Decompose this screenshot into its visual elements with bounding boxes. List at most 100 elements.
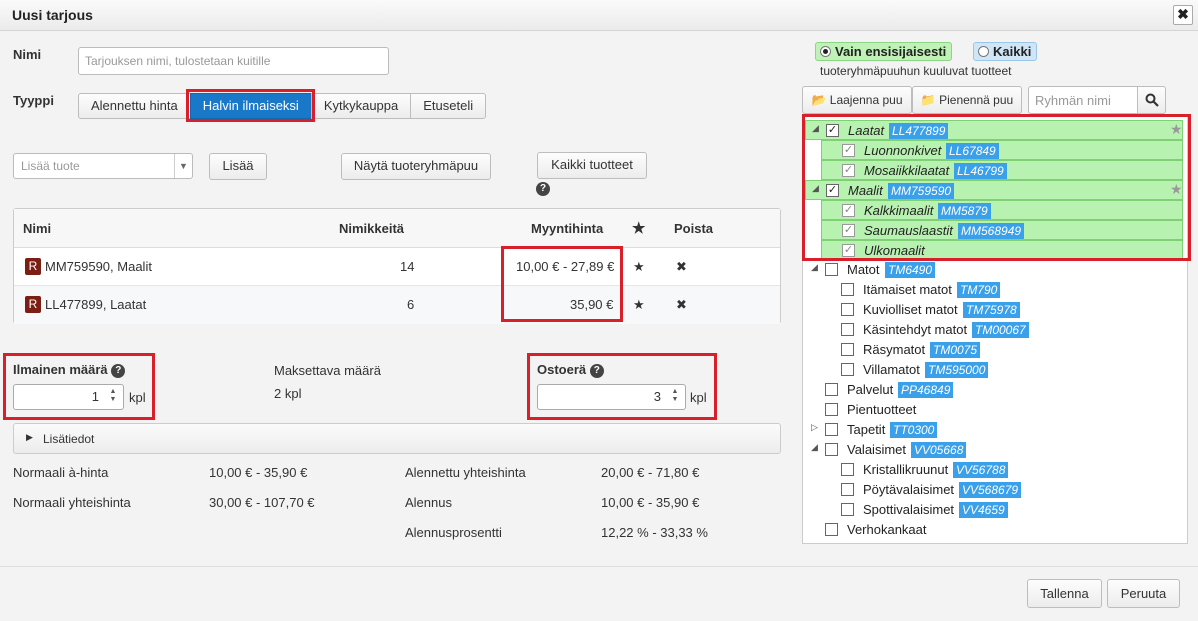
remove-icon[interactable]: ✖ — [676, 297, 687, 313]
tree-node[interactable]: ✓ Luonnonkivet LL67849 — [821, 140, 1183, 160]
show-tree-button[interactable]: Näytä tuoteryhmäpuu — [341, 153, 491, 180]
expand-tree-button[interactable]: 📂 Laajenna puu — [802, 86, 912, 114]
tree-node[interactable]: ◢ Valaisimet VV05668 — [803, 440, 1183, 460]
table-row[interactable]: R MM759590, Maalit 14 10,00 € - 27,89 € … — [14, 248, 780, 286]
row-price: 35,90 € — [570, 297, 614, 312]
tree-node[interactable]: ✓ Ulkomaalit — [821, 240, 1183, 260]
collapse-tree-button[interactable]: 📁 Pienennä puu — [912, 86, 1022, 114]
radio-primary-only[interactable]: Vain ensisijaisesti — [815, 42, 953, 61]
cancel-button[interactable]: Peruuta — [1107, 579, 1180, 608]
tree-node[interactable]: Itämaiset matot TM790 — [803, 280, 1183, 300]
tree-node[interactable]: Pientuotteet — [803, 400, 1183, 420]
tree-node[interactable]: Spottivalaisimet VV4659 — [803, 500, 1183, 520]
tree-node[interactable]: ◢ ✓ Laatat LL477899 ★ — [805, 120, 1183, 140]
stepper-arrows-icon[interactable]: ▲ ▼ — [669, 388, 681, 406]
tree-checkbox[interactable] — [841, 503, 854, 516]
table-row[interactable]: R LL477899, Laatat 6 35,90 € ★ ✖ — [14, 286, 780, 324]
tree-checkbox[interactable] — [841, 343, 854, 356]
tree-checkbox[interactable] — [841, 363, 854, 376]
tree-node[interactable]: ◢ Matot TM6490 — [803, 260, 1183, 280]
star-icon[interactable]: ★ — [633, 259, 645, 275]
row-price: 10,00 € - 27,89 € — [516, 259, 615, 274]
free-quantity-text: Ilmainen määrä — [13, 362, 108, 377]
group-code-tag: LL477899 — [889, 123, 949, 139]
tree-checkbox[interactable]: ✓ — [842, 164, 855, 177]
tree-node[interactable]: Käsintehdyt matot TM00067 — [803, 320, 1183, 340]
type-option-bundle[interactable]: Kytkykauppa — [310, 93, 412, 119]
group-code-tag: MM5879 — [938, 203, 991, 219]
tree-node[interactable]: Kuviolliset matot TM75978 — [803, 300, 1183, 320]
add-button[interactable]: Lisää — [209, 153, 267, 180]
collapse-arrow-icon[interactable]: ◢ — [811, 262, 818, 273]
radio-primary-label: Vain ensisijaisesti — [835, 44, 947, 59]
star-icon[interactable]: ★ — [633, 297, 645, 313]
all-products-button[interactable]: Kaikki tuotteet — [537, 152, 647, 179]
star-icon: ★ — [632, 220, 646, 237]
tree-node[interactable]: Räsymatot TM0075 — [803, 340, 1183, 360]
tree-checkbox[interactable]: ✓ — [826, 124, 839, 137]
tree-node[interactable]: ▷ Tapetit TT0300 — [803, 420, 1183, 440]
tree-checkbox[interactable] — [825, 423, 838, 436]
expand-arrow-icon[interactable]: ▷ — [811, 422, 818, 433]
radio-icon — [820, 46, 831, 57]
tree-checkbox[interactable]: ✓ — [842, 224, 855, 237]
help-icon[interactable]: ? — [589, 363, 604, 378]
tree-checkbox[interactable] — [841, 303, 854, 316]
summary-label: Normaali à-hinta — [13, 465, 109, 480]
dialog-title: Uusi tarjous — [12, 7, 93, 23]
star-icon[interactable]: ★ — [1170, 181, 1183, 198]
group-code-tag: MM759590 — [888, 183, 955, 199]
tree-node[interactable]: ✓ Mosaiikkilaatat LL46799 — [821, 160, 1183, 180]
tree-checkbox[interactable]: ✓ — [842, 144, 855, 157]
tree-checkbox[interactable] — [841, 463, 854, 476]
tree-checkbox[interactable] — [841, 323, 854, 336]
summary-value: 10,00 € - 35,90 € — [601, 495, 700, 510]
collapse-arrow-icon[interactable]: ◢ — [812, 123, 819, 134]
collapse-arrow-icon[interactable]: ◢ — [812, 183, 819, 194]
help-icon[interactable]: ? — [111, 363, 126, 378]
type-option-cheapest-free[interactable]: Halvin ilmaiseksi — [189, 93, 312, 119]
tree-node-label: Pöytävalaisimet — [863, 482, 955, 497]
tree-checkbox[interactable]: ✓ — [842, 244, 855, 257]
tree-checkbox[interactable] — [825, 403, 838, 416]
group-search-input[interactable] — [1028, 86, 1138, 114]
remove-icon[interactable]: ✖ — [676, 259, 687, 275]
search-button[interactable] — [1137, 86, 1166, 114]
tree-checkbox[interactable] — [841, 283, 854, 296]
close-icon[interactable]: ✖ — [1173, 5, 1193, 25]
tree-node[interactable]: Pöytävalaisimet VV568679 — [803, 480, 1183, 500]
tree-node[interactable]: ✓ Saumauslaastit MM568949 — [821, 220, 1183, 240]
tree-node[interactable]: Kristallikruunut VV56788 — [803, 460, 1183, 480]
tree-node[interactable]: Villamatot TM595000 — [803, 360, 1183, 380]
help-icon[interactable]: ? — [536, 182, 550, 196]
details-accordion[interactable]: ▶ Lisätiedot — [13, 423, 781, 454]
tree-node[interactable]: ◢ ✓ Maalit MM759590 ★ — [805, 180, 1183, 200]
radio-all[interactable]: Kaikki — [973, 42, 1038, 61]
batch-stepper[interactable]: 3 ▲ ▼ — [537, 384, 686, 410]
tree-checkbox[interactable] — [825, 523, 838, 536]
tree-node-label: Verhokankaat — [847, 522, 927, 537]
tree-checkbox[interactable] — [825, 263, 838, 276]
stepper-arrows-icon[interactable]: ▲ ▼ — [107, 388, 119, 406]
star-icon[interactable]: ★ — [1170, 121, 1183, 138]
tree-node[interactable]: Palvelut PP46849 — [803, 380, 1183, 400]
tree-checkbox[interactable] — [841, 483, 854, 496]
type-option-voucher[interactable]: Etuseteli — [410, 93, 487, 119]
summary-value: 20,00 € - 71,80 € — [601, 465, 700, 480]
save-button[interactable]: Tallenna — [1027, 579, 1102, 608]
group-code-tag: MM568949 — [958, 223, 1025, 239]
tree-node[interactable]: Verhokankaat — [803, 520, 1183, 540]
name-input[interactable] — [78, 47, 389, 75]
batch-text: Ostoerä — [537, 362, 587, 377]
free-quantity-stepper[interactable]: 1 ▲ ▼ — [13, 384, 124, 410]
tree-checkbox[interactable] — [825, 383, 838, 396]
collapse-arrow-icon[interactable]: ◢ — [811, 442, 818, 453]
add-product-select[interactable]: Lisää tuote ▼ — [13, 153, 193, 179]
title-bar: Uusi tarjous ✖ — [0, 0, 1198, 31]
tree-checkbox[interactable]: ✓ — [826, 184, 839, 197]
tree-checkbox[interactable] — [825, 443, 838, 456]
group-code-tag: LL67849 — [946, 143, 999, 159]
tree-checkbox[interactable]: ✓ — [842, 204, 855, 217]
tree-node[interactable]: ✓ Kalkkimaalit MM5879 — [821, 200, 1183, 220]
type-option-discounted[interactable]: Alennettu hinta — [78, 93, 191, 119]
